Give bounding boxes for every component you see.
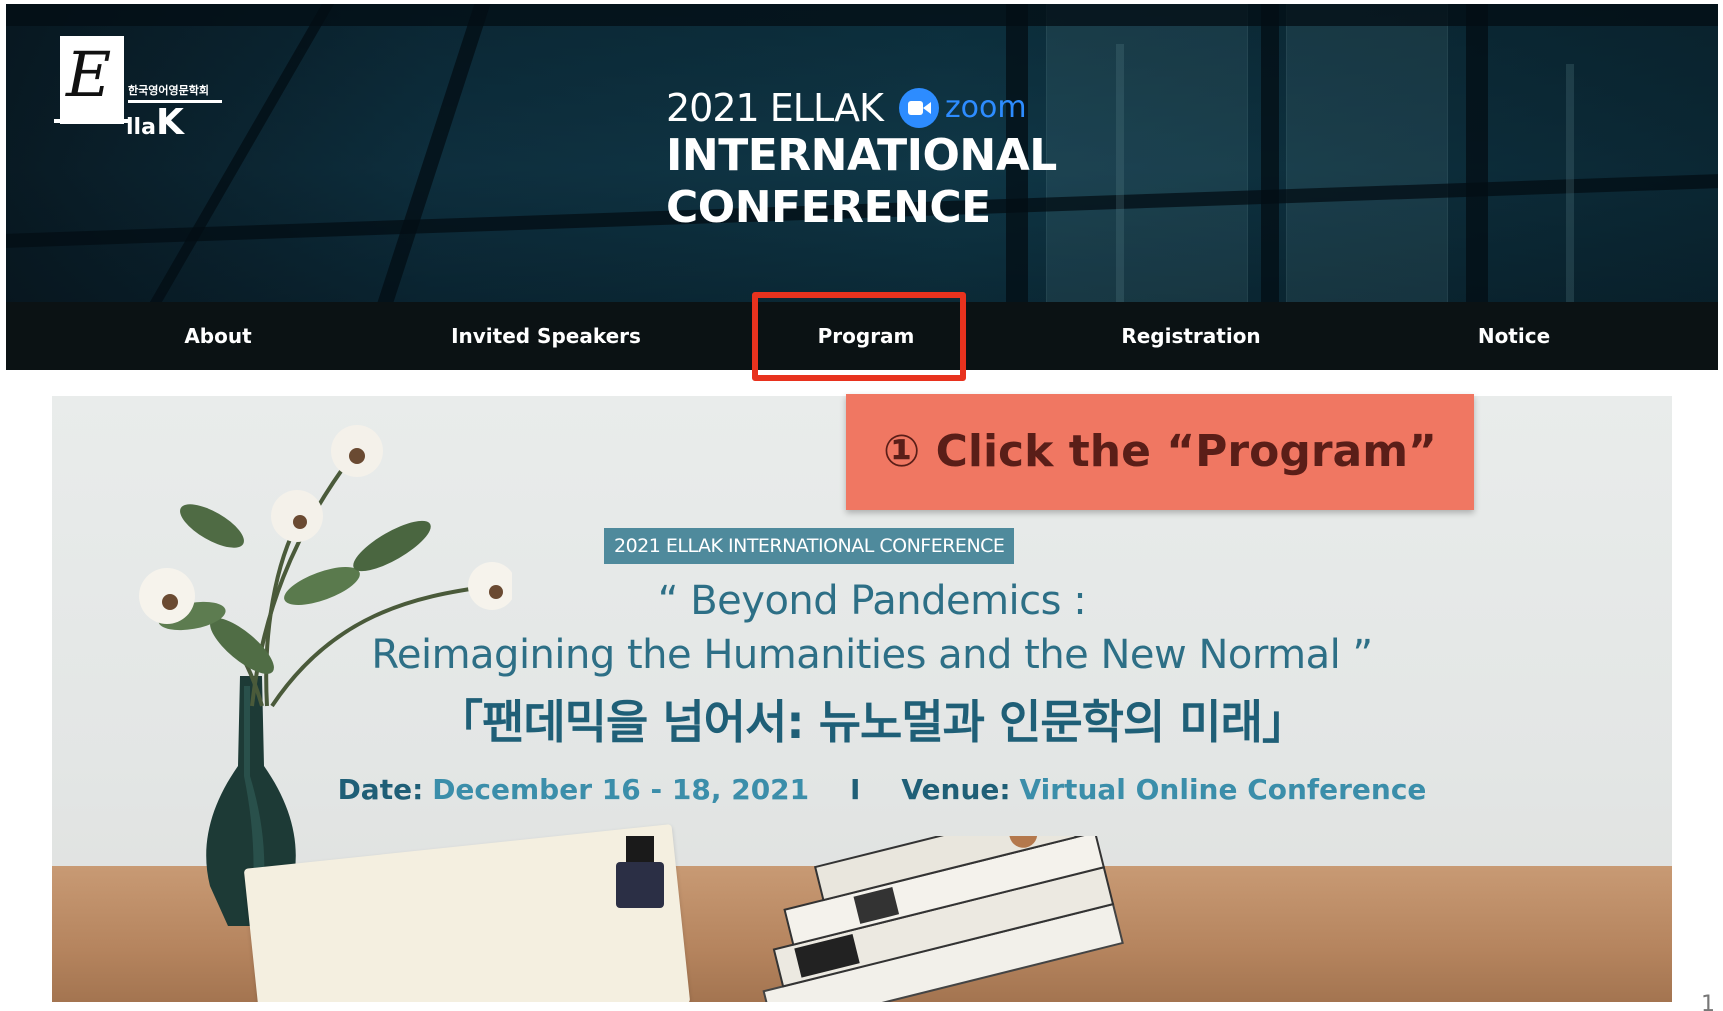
- date-venue-separator: I: [850, 773, 861, 806]
- ink-bottle: [616, 836, 664, 908]
- hero-header: E 한국영어영문학회 llaK 2021 ELLAK zoom INTERNAT…: [6, 4, 1718, 302]
- vertical-beam: [1261, 4, 1279, 302]
- logo-llak-small: lla: [126, 115, 156, 140]
- program-highlight-box: [752, 292, 966, 381]
- date-label: Date:: [337, 773, 424, 806]
- date-value: December 16 - 18, 2021: [432, 773, 810, 806]
- logo-llak-big: K: [155, 102, 184, 143]
- conference-title: 2021 ELLAK zoom INTERNATIONAL CONFERENCE: [666, 86, 1057, 234]
- title-line-3: CONFERENCE: [666, 182, 991, 233]
- title-year-ellak: 2021 ELLAK: [666, 86, 884, 130]
- ceiling-beam: [6, 4, 1718, 26]
- title-line-1: 2021 ELLAK zoom: [666, 86, 1057, 130]
- zoom-icon: [898, 88, 939, 128]
- banner-korean-title: 「팬데믹을 넘어서: 뉴노멀과 인문학의 미래」: [437, 695, 1308, 749]
- page: E 한국영어영문학회 llaK 2021 ELLAK zoom INTERNAT…: [0, 0, 1723, 1011]
- logo-base-line: [54, 119, 130, 123]
- window-pane: [1286, 4, 1448, 302]
- logo-llak: llaK: [126, 102, 184, 143]
- diagonal-beam: [377, 4, 491, 302]
- nav-item-invited-speakers[interactable]: Invited Speakers: [426, 302, 666, 370]
- venue-label: Venue:: [901, 773, 1011, 806]
- venue-value: Virtual Online Conference: [1019, 773, 1427, 806]
- light-strip: [1566, 64, 1574, 302]
- vertical-beam: [1466, 4, 1488, 302]
- banner-theme-line-2: Reimagining the Humanities and the New N…: [371, 632, 1373, 678]
- nav-item-about[interactable]: About: [118, 302, 318, 370]
- instruction-callout: ① Click the “Program”: [846, 394, 1474, 510]
- page-number: 1: [1701, 992, 1715, 1011]
- zoom-label: zoom: [944, 90, 1027, 125]
- logo-korean-name: 한국영어영문학회: [128, 84, 209, 97]
- nav-item-notice[interactable]: Notice: [1414, 302, 1614, 370]
- logo-letter: E: [66, 38, 112, 111]
- light-strip: [1116, 44, 1124, 302]
- nav-item-registration[interactable]: Registration: [1081, 302, 1301, 370]
- window-pane: [1046, 4, 1248, 302]
- ellak-logo[interactable]: E 한국영어영문학회 llaK: [54, 32, 229, 143]
- banner-theme-line-1: “ Beyond Pandemics :: [657, 578, 1087, 624]
- title-line-2: INTERNATIONAL: [666, 130, 1057, 181]
- banner-date-venue: Date: December 16 - 18, 2021 I Venue: Vi…: [52, 770, 1672, 810]
- callout-text: ① Click the “Program”: [883, 426, 1437, 477]
- banner-conference-tag: 2021 ELLAK INTERNATIONAL CONFERENCE: [604, 528, 1015, 564]
- book-stack: [762, 836, 1124, 1002]
